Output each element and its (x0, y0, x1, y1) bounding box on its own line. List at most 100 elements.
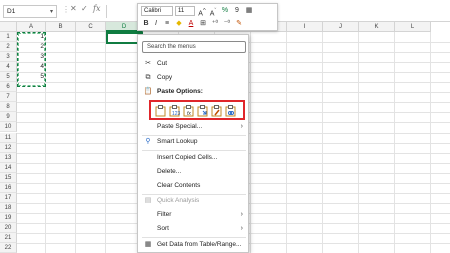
insert-function-icon[interactable]: fx (93, 4, 100, 13)
paste-icon[interactable] (155, 105, 166, 117)
bold-button[interactable]: B (141, 19, 151, 29)
chevron-down-icon[interactable]: ▾ (50, 8, 53, 15)
paste-transpose-icon[interactable] (197, 105, 208, 117)
menu-item-filter[interactable]: Filter › (138, 209, 248, 221)
row-header-15[interactable]: 15 (0, 172, 17, 183)
menu-item-sort-label: Sort (157, 225, 169, 232)
row-header-20[interactable]: 20 (0, 222, 17, 233)
enter-icon[interactable]: ✓ (81, 4, 88, 13)
format-painter-icon[interactable]: ✎ (234, 19, 244, 29)
menu-item-smart-lookup[interactable]: ⚲ Smart Lookup (138, 136, 248, 148)
number-format-icon[interactable]: % (220, 6, 230, 16)
chevron-right-icon: › (240, 123, 243, 130)
row-header-2[interactable]: 2 (0, 42, 17, 53)
row-header-18[interactable]: 18 (0, 202, 17, 213)
quick-analysis-icon: ▤ (144, 197, 152, 204)
menu-item-paste-special-label: Paste Special... (157, 123, 203, 130)
row-header-21[interactable]: 21 (0, 233, 17, 244)
row-header-5[interactable]: 5 (0, 72, 17, 83)
column-header-c[interactable]: C (76, 22, 106, 32)
search-menus-input[interactable]: Search the menus (142, 41, 246, 53)
row-header-11[interactable]: 11 (0, 132, 17, 143)
row-header-6[interactable]: 6 (0, 82, 17, 93)
svg-text:fx: fx (187, 111, 191, 117)
copy-icon: ⧉ (145, 74, 151, 81)
column-header-a[interactable]: A (17, 22, 46, 32)
column-header-j[interactable]: J (323, 22, 359, 32)
align-icon[interactable]: ≡ (162, 19, 172, 29)
menu-separator (142, 150, 246, 151)
menu-item-insert-copied-cells-label: Insert Copied Cells... (157, 154, 218, 161)
grow-font-icon[interactable]: A^ (197, 6, 207, 17)
italic-button[interactable]: I (151, 19, 161, 29)
menu-item-cut[interactable]: ✂ Cut (138, 58, 248, 70)
menu-item-delete[interactable]: Delete... (138, 166, 248, 178)
fill-color-icon[interactable]: ◆ (174, 19, 184, 29)
paste-link-icon[interactable] (225, 105, 236, 117)
column-header-l[interactable]: L (395, 22, 431, 32)
row-header-16[interactable]: 16 (0, 182, 17, 193)
table-icon: ▦ (144, 241, 152, 248)
row-header-9[interactable]: 9 (0, 112, 17, 123)
copy-marquee (17, 32, 46, 87)
menu-item-paste-special[interactable]: Paste Special... › (138, 121, 248, 133)
shrink-font-icon[interactable]: Aˇ (208, 6, 218, 17)
name-box-value: D1 (7, 8, 16, 15)
borders-icon[interactable]: ⊞ (198, 19, 208, 29)
svg-text:123: 123 (172, 111, 180, 117)
menu-separator (142, 237, 246, 238)
menu-item-get-data[interactable]: ▦ Get Data from Table/Range... (138, 239, 248, 251)
paste-options-heading: 📋 Paste Options: (138, 86, 248, 98)
paste-formulas-icon[interactable]: fx (183, 105, 194, 117)
row-header-19[interactable]: 19 (0, 212, 17, 223)
increase-decimal-icon[interactable]: ⁺⁰ (210, 19, 220, 29)
menu-item-insert-copied-cells[interactable]: Insert Copied Cells... (138, 152, 248, 164)
row-header-17[interactable]: 17 (0, 192, 17, 203)
row-header-12[interactable]: 12 (0, 142, 17, 153)
format-table-icon[interactable]: ▦ (244, 6, 254, 16)
search-icon: ⚲ (145, 138, 151, 145)
row-header-4[interactable]: 4 (0, 62, 17, 73)
menu-item-copy[interactable]: ⧉ Copy (138, 72, 248, 84)
font-size-box[interactable]: 11 (175, 6, 195, 16)
menu-item-quick-analysis-label: Quick Analysis (157, 197, 200, 204)
scissors-icon: ✂ (145, 60, 151, 67)
paste-options-group: 123 fx (149, 100, 245, 120)
menu-item-cut-label: Cut (157, 60, 168, 67)
menu-item-filter-label: Filter (157, 211, 172, 218)
cancel-icon[interactable]: ✕ (70, 4, 77, 13)
chevron-right-icon: › (240, 211, 243, 218)
row-header-13[interactable]: 13 (0, 152, 17, 163)
paste-formatting-icon[interactable] (211, 105, 222, 117)
name-box[interactable]: D1 ▾ (3, 5, 57, 18)
menu-item-clear-contents-label: Clear Contents (157, 182, 201, 189)
paste-values-icon[interactable]: 123 (169, 105, 181, 117)
row-header-7[interactable]: 7 (0, 92, 17, 103)
row-header-8[interactable]: 8 (0, 102, 17, 113)
decrease-decimal-icon[interactable]: ⁻⁰ (222, 19, 232, 29)
row-header-14[interactable]: 14 (0, 162, 17, 173)
menu-item-smart-lookup-label: Smart Lookup (157, 138, 198, 145)
comma-style-icon[interactable]: 9 (232, 6, 242, 16)
divider-dots-icon: ⋮ (62, 5, 70, 14)
formula-input[interactable] (106, 5, 136, 18)
row-header-10[interactable]: 10 (0, 122, 17, 133)
menu-item-quick-analysis: ▤ Quick Analysis (138, 195, 248, 207)
row-header-1[interactable]: 1 (0, 32, 17, 43)
menu-item-copy-label: Copy (157, 74, 173, 81)
menu-item-delete-label: Delete... (157, 168, 182, 175)
row-header-3[interactable]: 3 (0, 52, 17, 63)
menu-item-sort[interactable]: Sort › (138, 223, 248, 235)
paste-options-label: Paste Options: (157, 88, 203, 95)
font-color-icon[interactable]: A (186, 19, 196, 29)
menu-item-clear-contents[interactable]: Clear Contents (138, 180, 248, 192)
font-name-box[interactable]: Calibri (141, 6, 173, 16)
chevron-right-icon: › (240, 225, 243, 232)
row-header-22[interactable]: 22 (0, 243, 17, 253)
column-header-k[interactable]: K (359, 22, 395, 32)
context-menu: Search the menus ✂ Cut ⧉ Copy 📋 Paste Op… (137, 34, 249, 253)
column-header-i[interactable]: I (287, 22, 323, 32)
select-all-corner[interactable] (0, 22, 17, 32)
mini-toolbar: Calibri 11 A^ Aˇ % 9 ▦ B I ≡ ◆ A ⊞ ⁺⁰ ⁻⁰… (137, 3, 278, 31)
column-header-b[interactable]: B (46, 22, 76, 32)
